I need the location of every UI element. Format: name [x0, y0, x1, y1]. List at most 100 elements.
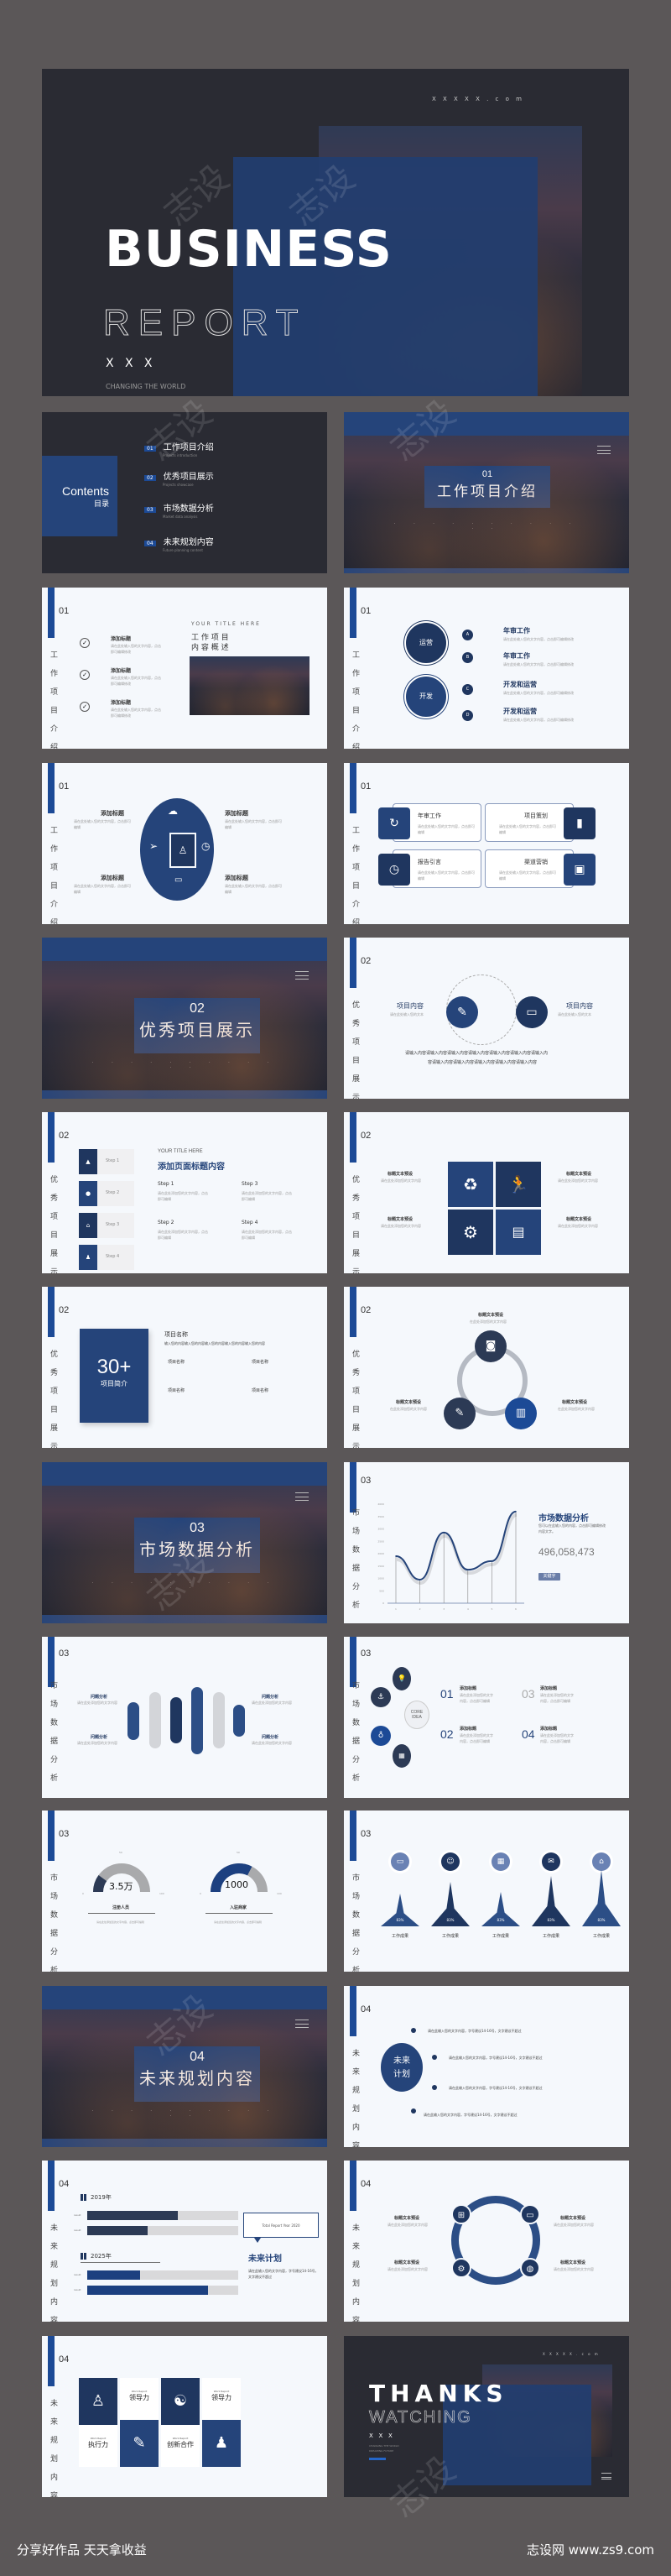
slide-02b[interactable]: 02 优秀项目展示 ▲ Step 1 ● Step 2 ⌂ Step 3 ♟ Step … — [42, 1112, 327, 1273]
slide-01b[interactable]: 01 工作项目介绍 运营 开发 A B C D 年审工作 请在此处输入您的文字内… — [344, 588, 629, 749]
slide-03e[interactable]: 03 市场数据分析 3.5万 1000 0 100 50 0 100 50 注册… — [42, 1811, 327, 1972]
slide-03b-chart[interactable]: 03 市场数据分析 0 500 1000 1500 2000 2500 3000 3500 40… — [344, 1462, 629, 1623]
slide-02d[interactable]: 02 优秀项目展示 30+ 项目简介 项目名称 输入您的内容输入您的内容输入您的… — [42, 1287, 327, 1448]
gauge-desc: 请在此处添加您的文字内容，点击即可编辑 — [96, 1920, 145, 1924]
eyebrow: YOUR TITLE HERE — [158, 1149, 203, 1154]
spike-label: 工作成果 — [492, 1934, 509, 1939]
footer-right[interactable]: 志设网 www.zs9.com — [527, 2541, 654, 2558]
step-desc: 请在此处添加您的文字内容，点击即可编辑 — [242, 1191, 292, 1201]
slide-03f[interactable]: 03 市场数据分析 ▭ 83% 工作成果 ☺ 83% 工作成果 ▦ 83% 工作成果 ✉ 83% 工作… — [344, 1811, 629, 1972]
card-title: 渠道营销 — [524, 859, 548, 865]
slide-04d[interactable]: 04 未来规划内容 ♙ Work Report 执行力 Work Report … — [42, 2336, 327, 2497]
item-title: 添加标题 — [460, 1686, 477, 1691]
contents-item-3[interactable]: 03 市场数据分析 Market data analysis — [144, 499, 214, 519]
accent-bar — [350, 1112, 356, 1163]
pencil-icon: ✎ — [446, 996, 478, 1028]
slide-02e[interactable]: 02 优秀项目展示 ◙ ✎ ▥ 标题文本预设 在此处添加您的文字内容 标题文本预… — [344, 1287, 629, 1448]
slide-04a[interactable]: 04 未来规划内容 未来 计划 请在此输入您的文字内容，字号建议14-16号，文字… — [344, 1986, 629, 2147]
contents-slide[interactable]: Contents 目录 01 工作项目介绍 Projects introduct… — [42, 412, 327, 573]
section-dots: · · · · · · · · · · · · — [91, 1060, 278, 1070]
cloud-icon: ☁ — [168, 805, 178, 817]
cover-slide[interactable]: X X X X X . c o m BUSINESS REPORT X X X … — [42, 69, 629, 396]
card-2[interactable] — [485, 803, 574, 842]
footer-left: 分享好作品 天天拿收益 — [17, 2542, 147, 2558]
tick: 100 — [277, 1892, 282, 1895]
anchor-icon: ⚓ — [371, 1687, 391, 1707]
slide-01c[interactable]: 01 工作项目介绍 ♙ ☁ ➢ ◷ ▭ 添加标题 请在此处输入您的文字内容，点击… — [42, 763, 327, 924]
hamburger-icon[interactable] — [295, 2020, 309, 2028]
spike-chart: ▭ 83% 工作成果 ☺ 83% 工作成果 ▦ 83% 工作成果 ✉ 83% 工作成果 ⌂ 83% 工作成果 — [369, 1852, 621, 1945]
step-tab-2[interactable]: ● Step 2 — [79, 1181, 134, 1206]
line-chart: 0 500 1000 1500 2000 2500 3000 3500 4000 1 2 3 4 5 6 — [377, 1502, 524, 1611]
hamburger-icon[interactable] — [601, 2473, 611, 2479]
step-title: Step 4 — [242, 1220, 258, 1225]
item-title: 开发和运营 — [503, 708, 537, 715]
section-04-slide[interactable]: 04 未来规划内容 · · · · · · · · · · · · — [42, 1986, 327, 2147]
stat-label: 项目简介 — [101, 1380, 127, 1387]
vertical-title: 优秀项目展示 — [352, 1001, 361, 1099]
cover-author: X X X — [106, 357, 153, 370]
item-desc: 请在此处添加您的文字内容，点击即可编辑 — [540, 1693, 574, 1703]
gear-icon: ⚙ — [451, 2258, 471, 2278]
spike-percent: 83% — [497, 1918, 505, 1922]
slide-01d[interactable]: 01 工作项目介绍 ↻ ▮ ◷ ▣ 年审工作 请在此处输入您的文字内容，点击即可… — [344, 763, 629, 924]
thanks-author: X X X — [369, 2432, 393, 2439]
gauge-label: 入驻商家 — [230, 1905, 247, 1910]
step-tab-3[interactable]: ⌂ Step 3 — [79, 1213, 134, 1238]
desc: 请在此处添加您的文字内容 — [77, 1701, 117, 1705]
label: 添加标题 — [225, 810, 248, 817]
section-dots: · · · · · · · · · · · · — [91, 1581, 278, 1591]
body-line-2: 容请输入内容请输入内容请输入内容请输入内容请输入内容 — [428, 1060, 538, 1065]
step-icon: ♟ — [79, 1245, 97, 1270]
contents-item-2[interactable]: 02 优秀项目展示 Projects showcase — [144, 467, 214, 487]
tick: 50 — [237, 1851, 240, 1854]
section-number: 03 — [190, 1521, 205, 1535]
slide-04c[interactable]: 04 未来规划内容 ⊞ ▭ ⚙ ◍ 标题文本预设 请在此处添加您的文字内容 标题… — [344, 2161, 629, 2322]
vertical-title: 优秀项目展示 — [352, 1351, 361, 1448]
accent-bar — [350, 1811, 356, 1861]
desc: 请在此处添加您的文字内容 — [252, 1701, 292, 1705]
slide-01a[interactable]: 01 工作项目介绍 ✓ ✓ ✓ 添加标题 请在此处输入您的文字内容，点击即可编辑… — [42, 588, 327, 749]
bullet — [432, 2055, 437, 2060]
keyword-button[interactable]: 关键字 — [538, 1573, 560, 1581]
y-tick-label: 2500 — [377, 1539, 384, 1543]
thanks-slide[interactable]: X X X X X . c o m THANKS WATCHING X X X … — [344, 2336, 629, 2497]
check-icon: ✓ — [80, 638, 90, 648]
spike-percent: 83% — [597, 1918, 606, 1922]
clock-icon: ◷ — [378, 854, 410, 886]
desc: 请在此处添加您的文字内容 — [558, 1178, 598, 1183]
slide-02a[interactable]: 02 优秀项目展示 ✎ ▭ 项目内容 请在此处输入您的文本 项目内容 请在此处输… — [344, 938, 629, 1099]
contents-item-1[interactable]: 01 工作项目介绍 Projects introduction — [144, 437, 214, 457]
year-label: 2019年 — [91, 2194, 112, 2201]
section-03-slide[interactable]: 03 市场数据分析 · · · · · · · · · · · · — [42, 1462, 327, 1623]
tick: 50 — [119, 1851, 122, 1854]
data-point — [419, 1579, 421, 1581]
contents-item-4[interactable]: 04 未来规划内容 Future planning content — [144, 532, 214, 552]
section-01-slide[interactable]: 01 工作项目介绍 · · · · · · · · · · · · — [344, 412, 629, 573]
card-4[interactable] — [485, 849, 574, 888]
hamburger-icon[interactable] — [295, 971, 309, 980]
item-desc: 请在此处输入您的文字内容，点击即可编辑修改 — [503, 691, 574, 695]
step-desc: 请在此处添加您的文字内容，点击即可编辑 — [158, 1191, 208, 1201]
card-title: 项目策划 — [524, 813, 548, 819]
slide-02c[interactable]: 02 优秀项目展示 ♻ 🏃 ⚙ ▤ 标题文本预设 请在此处添加您的文字内容 标题… — [344, 1112, 629, 1273]
y-tick-label: 1500 — [377, 1565, 384, 1568]
hamburger-icon[interactable] — [295, 1492, 309, 1501]
hamburger-icon[interactable] — [597, 446, 611, 454]
item-num: 03 — [144, 507, 156, 513]
slide-03d[interactable]: 03 市场数据分析 💡 ⚓ ♁ ▦ CORE IDEA 01 添加标题 请在此处添… — [344, 1637, 629, 1798]
check-icon: ✓ — [80, 702, 90, 712]
item-title: 开发和运营 — [503, 681, 537, 688]
section-number: 04 — [361, 2179, 372, 2189]
section-02-slide[interactable]: 02 优秀项目展示 · · · · · · · · · · · · — [42, 938, 327, 1099]
slide-03c[interactable]: 03 市场数据分析 问题分析 请在此处添加您的文字内容 问题分析 请在此处添加您… — [42, 1637, 327, 1798]
clock-icon: ◷ — [201, 840, 211, 852]
label: 标题文本预设 — [566, 1172, 592, 1177]
plane-icon: ➢ — [149, 840, 159, 852]
capsule — [149, 1692, 161, 1748]
step-tab-4[interactable]: ♟ Step 4 — [79, 1245, 134, 1270]
slide-04b[interactable]: 04 未来规划内容 2019年 result result 2025年 resul… — [42, 2161, 327, 2322]
year-icon — [81, 2253, 86, 2260]
desc: 在此处添加您的文字内容 — [470, 1319, 507, 1324]
step-tab-1[interactable]: ▲ Step 1 — [79, 1149, 134, 1174]
